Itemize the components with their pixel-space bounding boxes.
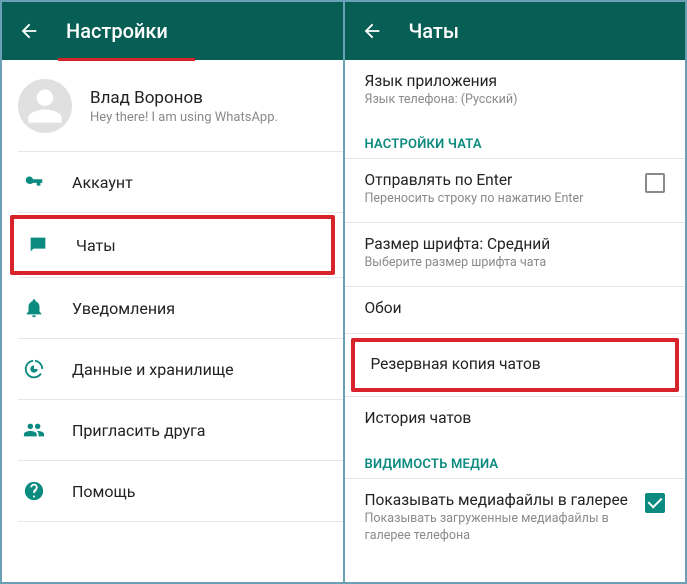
highlight-backup: Резервная копия чатов — [351, 338, 680, 392]
checkbox-unchecked[interactable] — [645, 173, 665, 193]
header: Чаты — [345, 2, 686, 60]
menu-label: Данные и хранилище — [72, 360, 234, 379]
setting-title: Размер шрифта: Средний — [365, 235, 666, 253]
menu-label: Аккаунт — [72, 173, 133, 192]
setting-subtitle: Переносить строку по нажатию Enter — [365, 191, 630, 208]
menu-item-chats[interactable]: Чаты — [14, 219, 331, 271]
chat-icon — [26, 233, 50, 257]
key-icon — [22, 170, 46, 194]
profile-status: Hey there! I am using WhatsApp. — [90, 110, 278, 125]
header-title: Настройки — [66, 19, 168, 43]
setting-wallpaper[interactable]: Обои — [345, 287, 686, 333]
back-arrow-icon[interactable] — [361, 20, 383, 42]
menu-label: Уведомления — [72, 299, 175, 318]
menu-item-account[interactable]: Аккаунт — [2, 152, 343, 212]
setting-app-language[interactable]: Язык приложения Язык телефона: (Русский) — [345, 60, 686, 123]
highlight-chats: Чаты — [10, 215, 335, 275]
section-chat-settings: НАСТРОЙКИ ЧАТА — [345, 123, 686, 158]
profile-name: Влад Воронов — [90, 88, 278, 108]
menu-item-data[interactable]: Данные и хранилище — [2, 339, 343, 399]
section-media-visibility: ВИДИМОСТЬ МЕДИА — [345, 443, 686, 478]
data-usage-icon — [22, 357, 46, 381]
bell-icon — [22, 296, 46, 320]
setting-subtitle: Выберите размер шрифта чата — [365, 255, 666, 272]
header-title: Чаты — [409, 19, 459, 43]
setting-enter-send[interactable]: Отправлять по Enter Переносить строку по… — [345, 159, 686, 222]
setting-show-media[interactable]: Показывать медиафайлы в галерее Показыва… — [345, 479, 686, 559]
menu-label: Чаты — [76, 236, 116, 255]
setting-subtitle: Язык телефона: (Русский) — [365, 92, 666, 109]
setting-title: Отправлять по Enter — [365, 171, 630, 189]
setting-font-size[interactable]: Размер шрифта: Средний Выберите размер ш… — [345, 223, 686, 286]
profile-row[interactable]: Влад Воронов Hey there! I am using Whats… — [2, 61, 343, 151]
menu-label: Помощь — [72, 482, 135, 501]
setting-history[interactable]: История чатов — [345, 397, 686, 443]
chats-screen: Чаты Язык приложения Язык телефона: (Рус… — [344, 1, 687, 583]
header: Настройки — [2, 2, 343, 60]
setting-title: Язык приложения — [365, 72, 666, 90]
back-arrow-icon[interactable] — [18, 20, 40, 42]
setting-title: Резервная копия чатов — [371, 355, 660, 373]
setting-subtitle: Показывать загруженные медиафайлы в гале… — [365, 511, 630, 545]
menu-item-invite[interactable]: Пригласить друга — [2, 400, 343, 460]
people-icon — [22, 418, 46, 442]
setting-title: История чатов — [365, 409, 666, 427]
avatar — [18, 79, 72, 133]
settings-screen: Настройки Влад Воронов Hey there! I am u… — [1, 1, 344, 583]
setting-backup[interactable]: Резервная копия чатов — [355, 342, 676, 388]
setting-title: Обои — [365, 299, 666, 317]
help-icon — [22, 479, 46, 503]
setting-title: Показывать медиафайлы в галерее — [365, 491, 630, 509]
checkbox-checked[interactable] — [645, 493, 665, 513]
menu-label: Пригласить друга — [72, 421, 206, 440]
menu-item-notifications[interactable]: Уведомления — [2, 278, 343, 338]
menu-item-help[interactable]: Помощь — [2, 461, 343, 521]
